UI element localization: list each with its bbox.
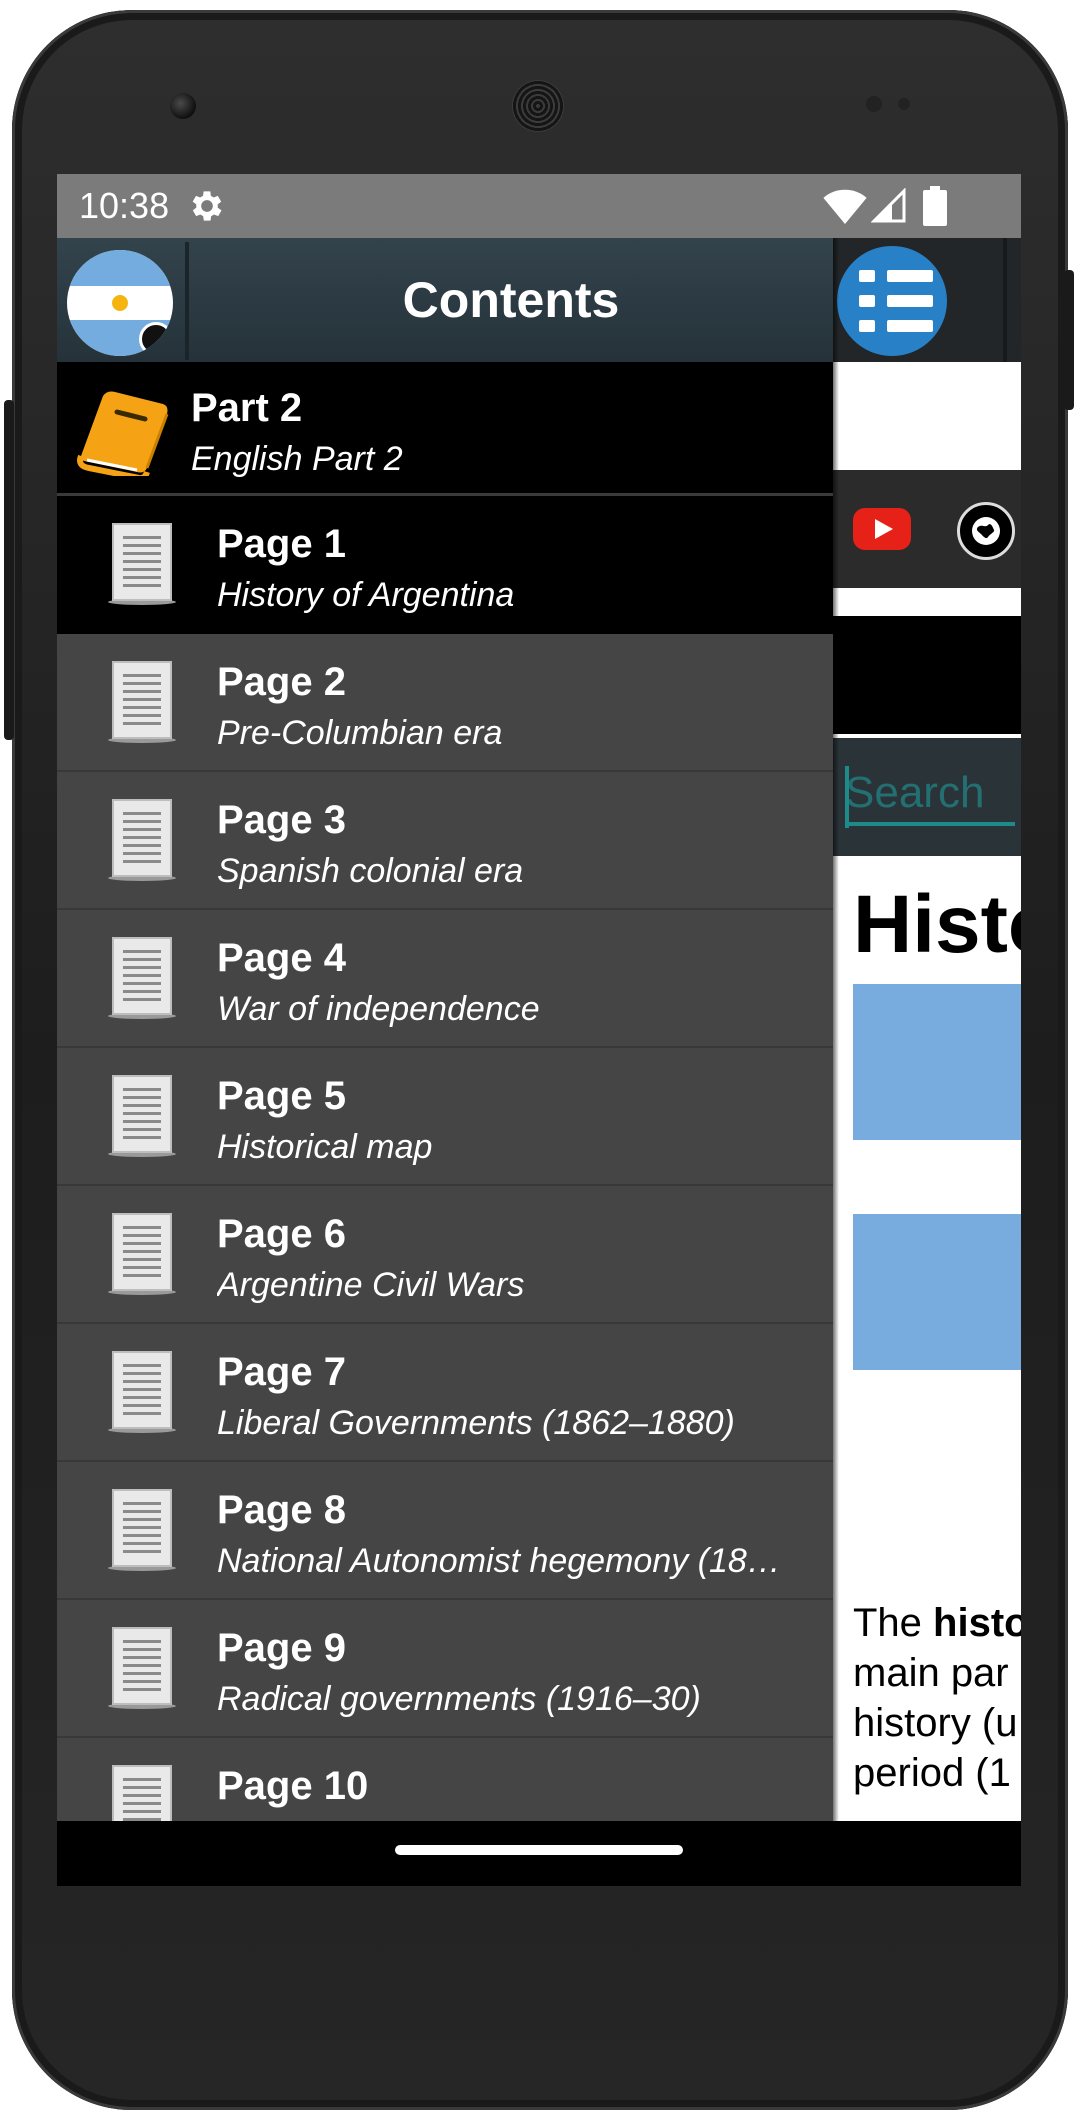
page-list-item[interactable]: Page 4 War of independence: [57, 910, 833, 1048]
search-input[interactable]: [845, 764, 1015, 826]
page-title: Page 6: [217, 1212, 346, 1256]
image-placeholder: [853, 984, 1021, 1140]
front-camera: [170, 93, 196, 119]
globe-seal-icon[interactable]: [957, 502, 1015, 560]
page-title: Page 10: [217, 1764, 369, 1808]
page-list-item[interactable]: Page 1 History of Argentina: [57, 496, 833, 634]
social-bar: [833, 470, 1021, 588]
part-header[interactable]: Part 2 English Part 2: [57, 362, 833, 496]
argentina-flag-avatar[interactable]: [67, 250, 173, 356]
volume-button: [1064, 270, 1074, 410]
screen: 10:38 Search Hist The histo main par his…: [57, 174, 1021, 1886]
paragraph-line: main par: [853, 1651, 1009, 1695]
content-banner: [833, 362, 1021, 462]
phone-device: 10:38 Search Hist The histo main par his…: [0, 0, 1080, 2120]
search-bar: [833, 738, 1021, 856]
article-heading: Histo: [853, 879, 1021, 970]
page-title: Page 4: [217, 936, 346, 980]
paragraph-line: period (1: [853, 1751, 1011, 1795]
page-title: Page 9: [217, 1626, 346, 1670]
page-list-item[interactable]: Page 8 National Autonomist hegemony (18…: [57, 1462, 833, 1600]
page-list-item[interactable]: Page 3 Spanish colonial era: [57, 772, 833, 910]
navigation-bar: [57, 1821, 1021, 1886]
page-subtitle: Spanish colonial era: [217, 852, 524, 890]
wifi-icon: [823, 189, 867, 224]
page-list-item[interactable]: Page 9 Radical governments (1916–30): [57, 1600, 833, 1738]
home-gesture-bar[interactable]: [395, 1845, 683, 1855]
document-icon: [105, 798, 179, 882]
content-spacer: [833, 588, 1021, 616]
page-list-item[interactable]: Page 5 Historical map: [57, 1048, 833, 1186]
page-subtitle: War of independence: [217, 990, 540, 1028]
battery-icon: [923, 186, 947, 226]
status-bar: 10:38: [57, 174, 1021, 238]
page-subtitle: Radical governments (1916–30): [217, 1680, 701, 1718]
contents-menu-button[interactable]: [837, 246, 947, 356]
youtube-icon[interactable]: [853, 508, 911, 550]
document-icon: [105, 1488, 179, 1572]
text-cursor: [845, 766, 849, 828]
page-subtitle: Pre-Columbian era: [217, 714, 503, 752]
page-title: Page 3: [217, 798, 346, 842]
document-icon: [105, 1074, 179, 1158]
drawer-title: Contents: [402, 272, 620, 328]
drawer-header: Contents: [57, 238, 833, 362]
page-subtitle: National Autonomist hegemony (18…: [217, 1542, 781, 1580]
light-sensor: [898, 98, 910, 110]
paragraph-line: history (u: [853, 1701, 1018, 1745]
sun-icon: [112, 295, 128, 311]
paragraph-line: The histo: [853, 1601, 1021, 1645]
drawer-shadow: [833, 238, 839, 1821]
document-icon: [105, 1764, 179, 1821]
page-title: Page 2: [217, 660, 346, 704]
page-title: Page 8: [217, 1488, 346, 1532]
status-time: 10:38: [79, 185, 170, 226]
image-placeholder: [853, 1214, 1021, 1370]
document-icon: [105, 522, 179, 606]
page-list-item[interactable]: Page 6 Argentine Civil Wars: [57, 1186, 833, 1324]
main-content: Histo The histo main par history (u peri…: [833, 238, 1021, 1821]
page-title: Page 5: [217, 1074, 346, 1118]
part-title: Part 2: [191, 386, 303, 430]
earpiece-speaker: [512, 80, 564, 132]
power-button: [4, 400, 14, 740]
document-icon: [105, 936, 179, 1020]
page-subtitle: Historical map: [217, 1128, 433, 1166]
document-icon: [105, 1350, 179, 1434]
page-list-item[interactable]: Page 7 Liberal Governments (1862–1880): [57, 1324, 833, 1462]
article-paragraph: The histo main par history (u period (1: [853, 1598, 1021, 1798]
part-subtitle: English Part 2: [191, 440, 403, 478]
proximity-sensor: [866, 96, 882, 112]
contents-drawer: Contents Part 2 English Part 2 Page 1 His…: [57, 238, 833, 1821]
globe-badge-icon: [139, 322, 173, 356]
document-icon: [105, 660, 179, 744]
gear-icon: [192, 191, 222, 221]
page-list-item[interactable]: Page 10: [57, 1738, 833, 1821]
toolbar-divider: [1003, 238, 1007, 362]
page-subtitle: Argentine Civil Wars: [217, 1266, 525, 1304]
page-subtitle: Liberal Governments (1862–1880): [217, 1404, 735, 1442]
page-title: Page 7: [217, 1350, 346, 1394]
page-list-item[interactable]: Page 2 Pre-Columbian era: [57, 634, 833, 772]
page-subtitle: History of Argentina: [217, 576, 515, 614]
content-black-band: [833, 616, 1021, 734]
document-icon: [105, 1626, 179, 1710]
list-icon: [859, 270, 875, 282]
page-title: Page 1: [217, 522, 346, 566]
content-toolbar: [833, 238, 1021, 362]
signal-icon: [871, 188, 906, 223]
book-icon: [77, 391, 169, 476]
document-icon: [105, 1212, 179, 1296]
